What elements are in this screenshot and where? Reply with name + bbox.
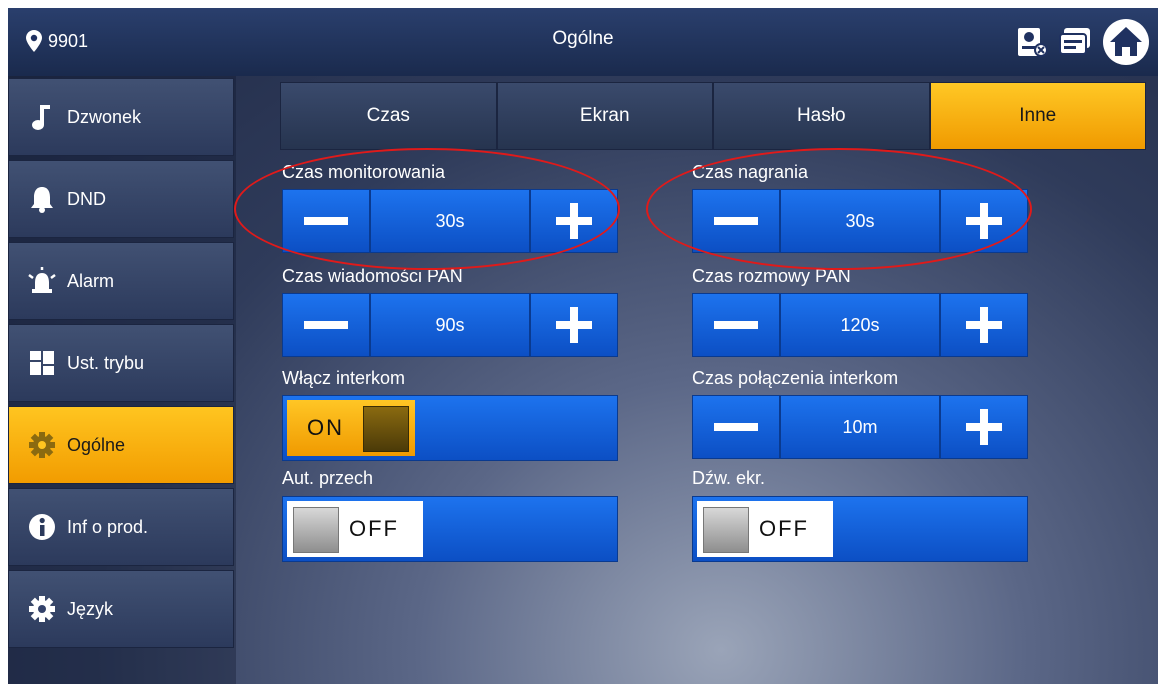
monitor-camera-icon[interactable] [1016, 26, 1048, 58]
intercom-call-time-decrease-button[interactable] [692, 395, 780, 459]
sidebar-item-general[interactable]: Ogólne [8, 406, 234, 484]
sidebar-item-label: Alarm [67, 270, 115, 291]
minus-icon [714, 321, 758, 329]
auto-snapshot-toggle[interactable]: OFF [282, 496, 618, 562]
vto-message-time-stepper: 90s [282, 293, 618, 357]
intercom-call-time-stepper: 10m [692, 395, 1028, 459]
monitor-time-increase-button[interactable] [530, 189, 618, 253]
sidebar-item-language[interactable]: Język [8, 570, 234, 648]
screen-sound-toggle[interactable]: OFF [692, 496, 1028, 562]
monitor-time-value: 30s [370, 189, 530, 253]
vto-talk-time-stepper: 120s [692, 293, 1028, 357]
home-icon[interactable] [1102, 18, 1150, 66]
plus-icon [556, 307, 592, 343]
sidebar-item-mode[interactable]: Ust. trybu [8, 324, 234, 402]
bell-icon [27, 184, 57, 214]
record-time-label: Czas nagrania [692, 162, 809, 182]
minus-icon [714, 423, 758, 431]
minus-icon [304, 217, 348, 225]
alarm-siren-icon [27, 266, 57, 296]
tab-password[interactable]: Hasło [713, 82, 930, 150]
monitor-time-decrease-button[interactable] [282, 189, 370, 253]
plus-icon [966, 409, 1002, 445]
tab-time[interactable]: Czas [280, 82, 497, 150]
gear-icon [27, 430, 57, 460]
music-note-icon [27, 102, 57, 132]
sidebar: Dzwonek DND Alarm Ust. trybu Ogólne Inf … [8, 76, 236, 684]
record-time-decrease-button[interactable] [692, 189, 780, 253]
gear-icon [27, 594, 57, 624]
plus-icon [966, 307, 1002, 343]
toggle-knob [363, 406, 409, 452]
vto-message-time-value: 90s [370, 293, 530, 357]
minus-icon [304, 321, 348, 329]
intercom-enable-label: Włącz interkom [282, 368, 406, 388]
tab-screen[interactable]: Ekran [496, 82, 713, 150]
top-icons [1006, 18, 1150, 66]
sidebar-item-label: Ust. trybu [67, 352, 145, 373]
intercom-call-time-increase-button[interactable] [940, 395, 1028, 459]
sidebar-item-label: Język [67, 598, 114, 619]
sidebar-item-dnd[interactable]: DND [8, 160, 234, 238]
toggle-knob [703, 507, 749, 553]
vto-message-time-decrease-button[interactable] [282, 293, 370, 357]
monitor-time-stepper: 30s [282, 189, 618, 253]
minus-icon [714, 217, 758, 225]
toggle-state-text: ON [307, 415, 344, 440]
toggle-off-indicator: OFF [287, 501, 423, 557]
sidebar-item-label: Dzwonek [67, 106, 142, 127]
vto-message-time-label: Czas wiadomości PAN [282, 266, 463, 286]
sidebar-item-dzwonek[interactable]: Dzwonek [8, 78, 234, 156]
vto-message-time-increase-button[interactable] [530, 293, 618, 357]
page-title: Ogólne [552, 28, 614, 49]
settings-screen: 9901 Ogólne Dzwonek DND Alarm Ust. trybu… [8, 8, 1158, 684]
screen-sound-label: Dźw. ekr. [692, 468, 766, 488]
sidebar-item-alarm[interactable]: Alarm [8, 242, 234, 320]
toggle-state-text: OFF [349, 516, 399, 541]
sidebar-item-product-info[interactable]: Inf o prod. [8, 488, 234, 566]
top-bar: 9901 Ogólne [8, 8, 1158, 76]
toggle-state-text: OFF [759, 516, 809, 541]
vto-talk-time-label: Czas rozmowy PAN [692, 266, 851, 286]
sidebar-item-label: Inf o prod. [67, 516, 149, 537]
tab-bar: Czas Ekran Hasło Inne [280, 82, 1146, 150]
tab-other[interactable]: Inne [929, 82, 1146, 150]
sidebar-item-label: Ogólne [67, 434, 126, 455]
intercom-call-time-value: 10m [780, 395, 940, 459]
toggle-knob [293, 507, 339, 553]
info-icon [27, 512, 57, 542]
monitor-time-label: Czas monitorowania [282, 162, 446, 182]
intercom-call-time-label: Czas połączenia interkom [692, 368, 899, 388]
grid-mode-icon [27, 348, 57, 378]
record-time-increase-button[interactable] [940, 189, 1028, 253]
vto-talk-time-increase-button[interactable] [940, 293, 1028, 357]
toggle-on-indicator: ON [287, 400, 415, 456]
plus-icon [966, 203, 1002, 239]
intercom-enable-toggle[interactable]: ON [282, 395, 618, 461]
sidebar-item-label: DND [67, 188, 106, 209]
vto-talk-time-decrease-button[interactable] [692, 293, 780, 357]
record-time-value: 30s [780, 189, 940, 253]
vto-talk-time-value: 120s [780, 293, 940, 357]
record-time-stepper: 30s [692, 189, 1028, 253]
plus-icon [556, 203, 592, 239]
card-icon[interactable] [1058, 27, 1092, 57]
toggle-off-indicator: OFF [697, 501, 833, 557]
auto-snapshot-label: Aut. przech [282, 468, 374, 488]
